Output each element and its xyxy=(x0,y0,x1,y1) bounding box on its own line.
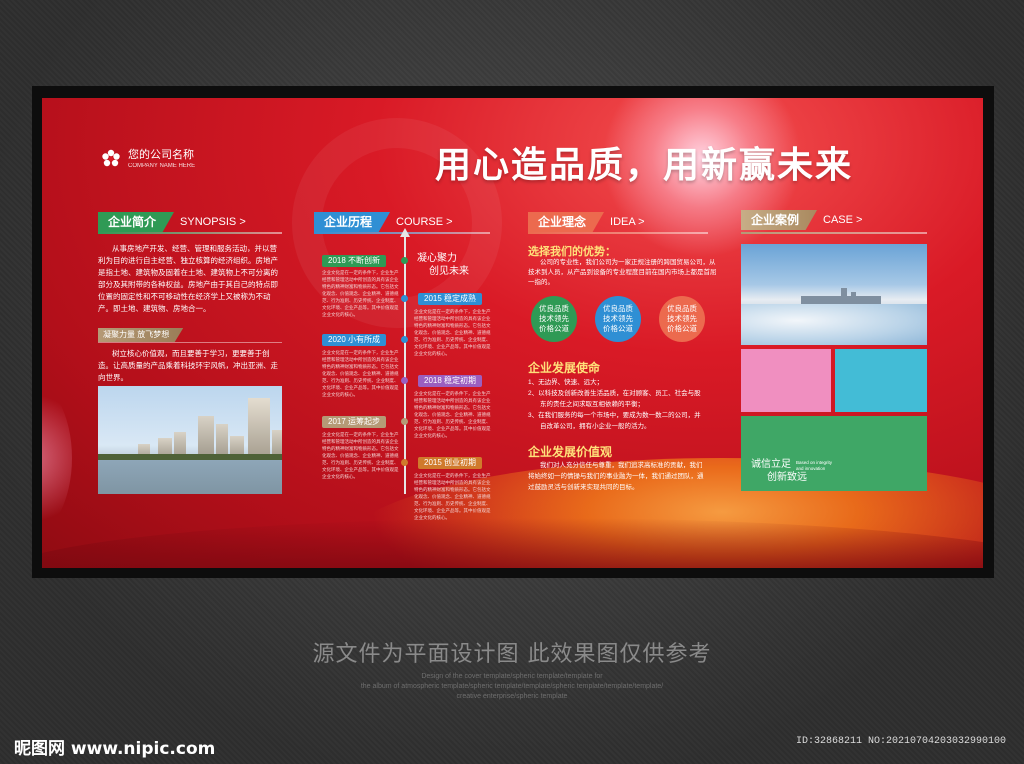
mission-item: 2、以科技及创新改善生活品质，在对顾客、员工、社会与股 xyxy=(528,390,701,397)
company-name: 您的公司名称 xyxy=(128,148,194,161)
idea-tag: 企业理念 xyxy=(528,212,605,232)
course-en: COURSE > xyxy=(396,216,453,228)
image-id: ID:32868211 NO:20210704203032990100 xyxy=(796,736,1007,747)
advantage-circle-3: 优良品质 技术领先 价格公道 xyxy=(659,296,705,342)
company-name-en: COMPANY NAME HERE xyxy=(128,162,196,169)
advantage-body: 公司的专业性，我们公司为一家正规注册的跨国贸易公司，从技术到人员，从产品到设备的… xyxy=(528,259,717,286)
intro-sub-body: 树立核心价值观，而且要善于学习，更要善于创造。让高质量的产品乘着科技环宇风帆，冲… xyxy=(98,349,278,382)
circle-line: 技术领先 xyxy=(603,314,633,323)
timeline-dot xyxy=(401,418,408,425)
timeline-text-6: 企业文化是在一定的条件下，企业生产经营和管理活动中所创造的具有该企业特色的精神财… xyxy=(414,473,491,520)
circle-line: 技术领先 xyxy=(667,314,697,323)
case-motto-en: Based on integrity and innovation xyxy=(796,460,832,472)
site-watermark: 昵图网 www.nipic.com xyxy=(14,739,216,759)
timeline-tag-2: 2015 稳定成熟 xyxy=(418,293,483,305)
course-spirit: 凝心聚力 创见未来 xyxy=(417,252,469,278)
timeline-tag-3: 2020 小有所成 xyxy=(322,334,387,346)
timeline-dot xyxy=(401,377,408,384)
timeline-text-2: 企业文化是在一定的条件下，企业生产经营和管理活动中所创造的具有该企业特色的精神财… xyxy=(414,309,491,356)
intro-en: SYNOPSIS > xyxy=(180,216,246,228)
case-block-cyan xyxy=(835,349,927,412)
section-header-idea: 企业理念 IDEA > xyxy=(528,211,645,233)
circle-line: 技术领先 xyxy=(539,314,569,323)
advantage-title: 选择我们的优势： xyxy=(528,246,616,258)
section-header-course: 企业历程 COURSE > xyxy=(314,211,453,233)
mission-item: 1、无边界、快速、远大； xyxy=(528,379,604,386)
timeline-dot xyxy=(401,459,408,466)
values-body: 我们对人充分信任与尊重，我们追求高标准的贡献，我们将始终如一的情操与我们的事业融… xyxy=(528,462,704,491)
case-underline xyxy=(741,232,927,234)
motto-line-2: 创新致远 xyxy=(767,472,807,483)
timeline-tag-5: 2017 运筹起步 xyxy=(322,416,387,428)
timeline-text-1: 企业文化是在一定的条件下，企业生产经营和管理活动中所创造的具有该企业特色的精神财… xyxy=(322,270,399,317)
flower-icon xyxy=(100,148,122,170)
mission-item: 3、在我们服务的每一个市场中，要成为数一数二的公司，并 xyxy=(528,412,701,419)
timeline-dot xyxy=(401,336,408,343)
timeline-axis xyxy=(404,236,406,494)
circle-line: 价格公道 xyxy=(539,324,569,333)
spirit-line-2: 创见未来 xyxy=(429,266,469,277)
preview-notice: 源文件为平面设计图 此效果图仅供参考 xyxy=(312,642,712,667)
timeline-text-5: 企业文化是在一定的条件下，企业生产经营和管理活动中所创造的具有该企业特色的精神财… xyxy=(322,432,399,479)
section-header-case: 企业案例 CASE > xyxy=(741,209,862,231)
fine-print-1: Design of the cover template/spheric tem… xyxy=(421,673,603,680)
case-block-pink xyxy=(741,349,831,412)
cloud-layer xyxy=(741,304,927,345)
motto-en-line: and innovation xyxy=(796,466,826,471)
timeline-dot xyxy=(401,257,408,264)
timeline-tag-4: 2018 稳定初期 xyxy=(418,375,483,387)
case-tag: 企业案例 xyxy=(741,210,818,230)
case-en: CASE > xyxy=(823,214,863,226)
case-photo xyxy=(741,244,927,345)
idea-underline xyxy=(528,232,708,234)
timeline-text-4: 企业文化是在一定的条件下，企业生产经营和管理活动中所创造的具有该企业特色的精神财… xyxy=(414,391,491,438)
sub-underline xyxy=(98,342,282,343)
idea-en: IDEA > xyxy=(610,216,645,228)
skyline xyxy=(841,288,847,304)
mission-item: 东的责任之间求取互相依赖的平衡； xyxy=(540,401,644,408)
fine-print-2: the album of atmospheric template/spheri… xyxy=(360,683,664,690)
mission-title: 企业发展使命 xyxy=(528,361,601,375)
intro-tag: 企业简介 xyxy=(98,212,175,232)
skyline xyxy=(851,292,856,304)
mission-item: 自改革公司，拥有小企业一般的活力。 xyxy=(540,423,651,430)
course-tag: 企业历程 xyxy=(314,212,391,232)
timeline-tag-1: 2018 不断创新 xyxy=(322,255,387,267)
section-header-intro: 企业简介 SYNOPSIS > xyxy=(98,211,246,233)
circle-line: 优良品质 xyxy=(603,304,633,313)
advantage-circle-2: 优良品质 技术领先 价格公道 xyxy=(595,296,641,342)
circle-line: 价格公道 xyxy=(667,324,697,333)
values-title: 企业发展价值观 xyxy=(528,445,613,459)
timeline-tag-6: 2015 创业初期 xyxy=(418,457,483,469)
slogan-headline: 用心造品质，用新赢未来 xyxy=(435,145,854,186)
intro-underline xyxy=(98,232,282,234)
timeline-dot xyxy=(401,295,408,302)
mission-list: 1、无边界、快速、远大； 2、以科技及创新改善生活品质，在对顾客、员工、社会与股… xyxy=(528,377,701,432)
circle-line: 价格公道 xyxy=(603,324,633,333)
display-board: 您的公司名称 COMPANY NAME HERE 用心造品质，用新赢未来 企业简… xyxy=(42,98,983,568)
intro-body: 从事房地产开发、经营、管理和服务活动，并以营利为目的进行自主经营、独立核算的经济… xyxy=(98,244,278,313)
fine-print-3: creative enterprise/spheric template xyxy=(456,693,568,700)
circle-line: 优良品质 xyxy=(667,304,697,313)
city-photo xyxy=(98,386,282,494)
timeline-text-3: 企业文化是在一定的条件下，企业生产经营和管理活动中所创造的具有该企业特色的精神财… xyxy=(322,350,399,397)
advantage-circle-1: 优良品质 技术领先 价格公道 xyxy=(531,296,577,342)
intro-sub-tag: 凝聚力量 放飞梦想 xyxy=(98,328,184,342)
spirit-line-1: 凝心聚力 xyxy=(417,253,457,264)
company-logo: 您的公司名称 COMPANY NAME HERE xyxy=(100,148,195,170)
left-glow-decoration xyxy=(42,378,72,538)
circle-line: 优良品质 xyxy=(539,304,569,313)
